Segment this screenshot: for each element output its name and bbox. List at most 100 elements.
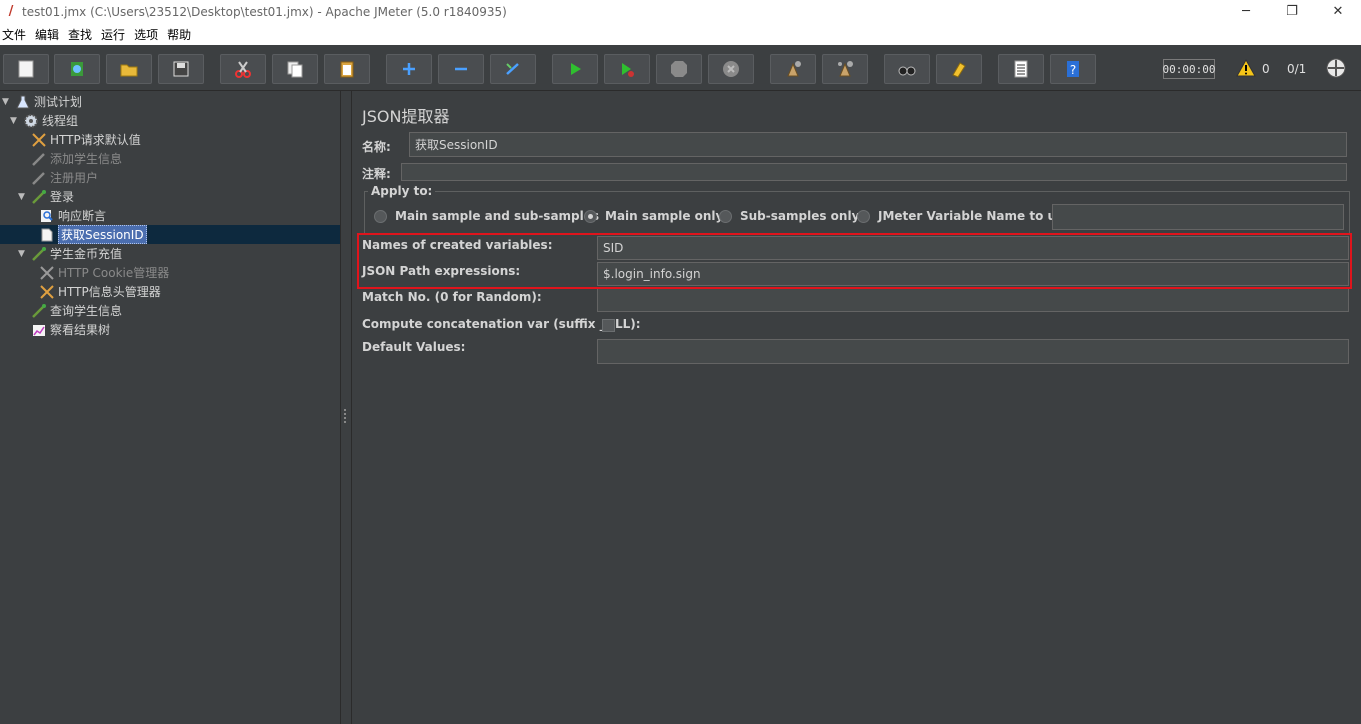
remote-globe-icon[interactable]	[1325, 57, 1347, 79]
cut-button[interactable]	[220, 54, 266, 84]
clear-all-button[interactable]	[822, 54, 868, 84]
clipboard-icon	[340, 61, 354, 78]
collapse-arrow-icon[interactable]: ▼	[18, 192, 28, 202]
name-field[interactable]: 获取SessionID	[409, 132, 1347, 157]
templates-button[interactable]	[54, 54, 100, 84]
radio-jmeter-variable[interactable]: JMeter Variable Name to use	[857, 209, 1071, 223]
tree-item-header-manager[interactable]: HTTP信息头管理器	[38, 282, 161, 301]
open-button[interactable]	[106, 54, 152, 84]
tree-item-test-plan[interactable]: ▼ 测试计划	[2, 92, 82, 111]
help-icon: ?	[1067, 61, 1079, 77]
radio-main-and-sub[interactable]: Main sample and sub-samples	[374, 209, 599, 223]
minimize-button[interactable]: ─	[1223, 0, 1269, 23]
window-title: test01.jmx (C:\Users\23512\Desktop\test0…	[22, 4, 507, 19]
paste-button[interactable]	[324, 54, 370, 84]
concat-checkbox[interactable]	[602, 319, 615, 332]
tree-item-add-student[interactable]: 添加学生信息	[30, 149, 122, 168]
panel-splitter[interactable]	[340, 91, 352, 724]
tree-item-cookie-manager[interactable]: HTTP Cookie管理器	[38, 263, 169, 282]
close-button[interactable]: ✕	[1315, 0, 1361, 23]
test-plan-icon	[14, 93, 32, 111]
broom-gear-icon	[787, 61, 801, 77]
concat-label: Compute concatenation var (suffix _ALL):	[362, 317, 641, 331]
active-threads-count: 0/1	[1287, 62, 1307, 76]
collapse-arrow-icon[interactable]: ▼	[18, 249, 28, 259]
jmeter-variable-name-field[interactable]	[1052, 204, 1344, 230]
splitter-grip-icon	[344, 409, 348, 423]
tree-item-response-assertion[interactable]: 响应断言	[38, 206, 106, 225]
test-plan-tree: ▼ 测试计划 ▼ 线程组 HTTP请求默认值 添加学生信息 注册用户 ▼ 登录 …	[0, 91, 340, 724]
start-no-pause-button[interactable]	[604, 54, 650, 84]
menu-run[interactable]: 运行	[99, 26, 131, 43]
collapse-arrow-icon[interactable]: ▼	[2, 97, 12, 107]
help-button[interactable]: ?	[1050, 54, 1096, 84]
radio-label: Main sample only	[605, 209, 724, 223]
pipette-icon	[30, 302, 48, 320]
page-title: JSON提取器	[362, 107, 450, 126]
tree-item-http-defaults[interactable]: HTTP请求默认值	[30, 130, 141, 149]
comment-label: 注释:	[362, 167, 391, 181]
tree-item-get-session-id[interactable]: 获取SessionID	[0, 225, 340, 244]
radio-main-only[interactable]: Main sample only	[584, 209, 723, 223]
default-values-field[interactable]	[597, 339, 1349, 364]
save-button[interactable]	[158, 54, 204, 84]
red-highlight-box	[357, 233, 1352, 289]
tree-item-view-results-tree[interactable]: 察看结果树	[30, 320, 110, 339]
function-helper-button[interactable]	[998, 54, 1044, 84]
list-icon	[1014, 60, 1028, 78]
clear-button[interactable]	[770, 54, 816, 84]
minus-icon	[455, 67, 467, 71]
collapse-all-button[interactable]	[438, 54, 484, 84]
json-extractor-panel: JSON提取器 名称: 获取SessionID 注释: Apply to: Ma…	[352, 91, 1361, 724]
new-button[interactable]	[3, 54, 49, 84]
default-values-label: Default Values:	[362, 340, 466, 354]
menu-edit[interactable]: 编辑	[33, 26, 65, 43]
radio-sub-only[interactable]: Sub-samples only	[719, 209, 859, 223]
tree-item-thread-group[interactable]: ▼ 线程组	[10, 111, 78, 130]
match-no-field[interactable]	[597, 288, 1349, 312]
warning-icon[interactable]	[1236, 58, 1256, 78]
start-button[interactable]	[552, 54, 598, 84]
play-no-timers-icon	[622, 63, 634, 77]
menu-search[interactable]: 查找	[66, 26, 98, 43]
tree-item-label: 获取SessionID	[58, 225, 147, 244]
tree-item-label: 线程组	[42, 114, 79, 128]
window-controls: ─ ❐ ✕	[1223, 0, 1361, 23]
scissors-icon	[235, 61, 251, 78]
tree-item-label: HTTP Cookie管理器	[58, 266, 170, 280]
pipette-icon	[30, 150, 48, 168]
toggle-button[interactable]	[490, 54, 536, 84]
radio-dot	[857, 209, 870, 223]
radio-label: JMeter Variable Name to use	[878, 209, 1072, 223]
shutdown-button[interactable]	[708, 54, 754, 84]
name-label: 名称:	[362, 140, 391, 154]
expand-all-button[interactable]	[386, 54, 432, 84]
menu-options[interactable]: 选项	[132, 26, 164, 43]
magnifier-icon	[38, 207, 56, 225]
shutdown-icon	[723, 61, 739, 77]
search-button[interactable]	[884, 54, 930, 84]
menu-file[interactable]: 文件	[0, 26, 32, 43]
plus-icon	[403, 63, 415, 75]
collapse-arrow-icon[interactable]: ▼	[10, 116, 20, 126]
chart-icon	[30, 321, 48, 339]
tree-item-label: 查询学生信息	[50, 304, 123, 318]
stop-button[interactable]	[656, 54, 702, 84]
tree-item-login[interactable]: ▼ 登录	[18, 187, 74, 206]
toolbar: ? 00:00:00 0 0/1	[0, 45, 1361, 91]
restore-button[interactable]: ❐	[1269, 0, 1315, 23]
play-icon	[571, 63, 581, 75]
comment-field[interactable]	[401, 163, 1347, 181]
menu-help[interactable]: 帮助	[165, 26, 197, 43]
floppy-icon	[173, 61, 189, 77]
stop-icon	[671, 61, 687, 77]
reset-search-button[interactable]	[936, 54, 982, 84]
pipette-icon	[30, 169, 48, 187]
tree-item-query-student[interactable]: 查询学生信息	[30, 301, 122, 320]
copy-button[interactable]	[272, 54, 318, 84]
radio-dot	[719, 209, 732, 223]
tools-icon	[38, 283, 56, 301]
tree-item-recharge-coins[interactable]: ▼ 学生金币充值	[18, 244, 122, 263]
radio-dot	[374, 209, 387, 223]
tree-item-register-user[interactable]: 注册用户	[30, 168, 98, 187]
